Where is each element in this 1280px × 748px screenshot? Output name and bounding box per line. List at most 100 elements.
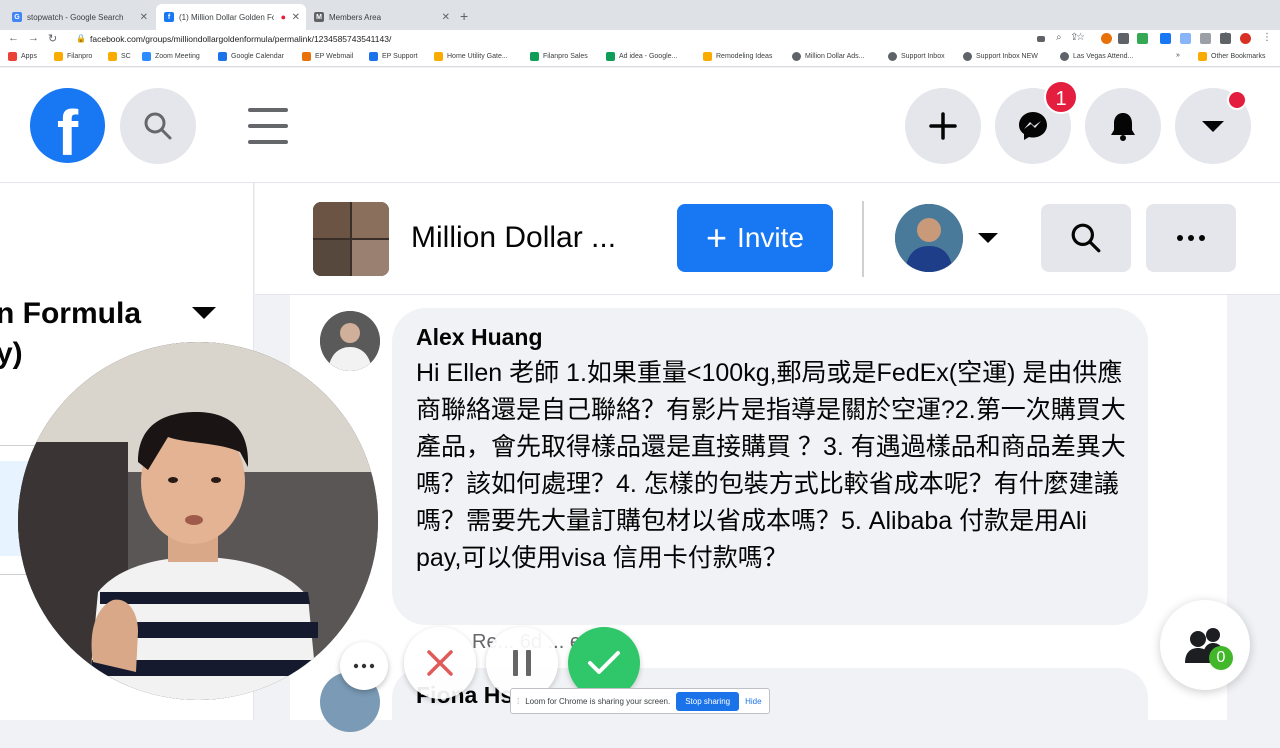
extension-icon[interactable] — [1180, 33, 1191, 44]
extension-icon[interactable] — [1200, 33, 1211, 44]
invite-label: Invite — [737, 222, 804, 253]
bookmark-item[interactable]: EP Support — [369, 52, 418, 61]
extension-icon[interactable] — [1118, 33, 1129, 44]
drag-handle-icon[interactable]: ⁞ — [517, 697, 519, 706]
folder-icon — [54, 52, 63, 61]
sidebar-group-name-suffix: y) — [0, 337, 23, 370]
lock-icon: 🔒 — [76, 34, 86, 43]
avatar[interactable] — [320, 311, 380, 371]
facebook-extension-icon[interactable] — [1160, 33, 1171, 44]
back-icon[interactable]: ← — [8, 32, 19, 44]
chevron-down-icon[interactable] — [192, 307, 216, 319]
bookmark-item[interactable]: Filanpro — [54, 52, 92, 61]
bookmarks-overflow[interactable]: » — [1176, 52, 1180, 59]
bookmark-item[interactable]: Support Inbox NEW — [963, 52, 1038, 61]
screen-sharing-bar: ⁞ Loom for Chrome is sharing your screen… — [510, 688, 770, 714]
globe-icon — [963, 52, 972, 61]
zoom-favicon-icon — [142, 52, 151, 61]
bookmark-item[interactable]: Support Inbox — [888, 52, 945, 61]
new-tab-button[interactable]: + — [460, 8, 468, 24]
person-photo — [320, 311, 380, 371]
camera-icon[interactable] — [1037, 36, 1045, 42]
recording-icon: ● — [280, 12, 286, 22]
apps-grid-icon — [8, 52, 17, 61]
globe-icon — [1060, 52, 1069, 61]
webcam-video — [18, 342, 378, 700]
bookmark-item[interactable]: Million Dollar Ads... — [792, 52, 865, 61]
comment-author[interactable]: Alex Huang — [416, 324, 1124, 351]
close-icon[interactable]: ✕ — [292, 12, 300, 23]
menu-kebab-icon[interactable]: ⋮ — [1262, 32, 1272, 43]
sidebar-group-name: n Formula — [0, 297, 142, 330]
more-options-button[interactable] — [1146, 204, 1236, 272]
close-icon[interactable]: ✕ — [442, 12, 450, 23]
tab-title: stopwatch - Google Search — [27, 12, 124, 22]
url-field[interactable]: 🔒 facebook.com/groups/milliondollargolde… — [70, 32, 1060, 46]
bookmark-apps[interactable]: Apps — [8, 52, 37, 61]
account-notification-dot — [1227, 90, 1247, 110]
extension-icon[interactable] — [1137, 33, 1148, 44]
group-search-button[interactable] — [1041, 204, 1131, 272]
group-cover-thumbnail[interactable] — [313, 202, 389, 276]
sheets-favicon-icon — [606, 52, 615, 61]
bookmark-item[interactable]: Google Calendar — [218, 52, 284, 61]
chevron-down-icon — [1202, 121, 1224, 132]
bookmark-item[interactable]: Ad idea - Google... — [606, 52, 677, 61]
chevron-down-icon[interactable] — [978, 233, 998, 243]
globe-icon — [792, 52, 801, 61]
browser-tab[interactable]: M Members Area ✕ — [306, 4, 456, 30]
pause-icon — [513, 650, 531, 676]
avatar[interactable] — [895, 204, 963, 272]
zoom-icon[interactable]: ⌕ — [1056, 32, 1062, 43]
calendar-favicon-icon — [218, 52, 227, 61]
bookmark-item[interactable]: Other Bookmarks — [1198, 52, 1265, 61]
members-favicon-icon: M — [314, 12, 324, 22]
profile-avatar[interactable] — [1240, 33, 1251, 44]
more-horizontal-icon — [1177, 235, 1205, 241]
browser-tab[interactable]: G stopwatch - Google Search ✕ — [4, 4, 154, 30]
facebook-logo[interactable]: f — [30, 88, 105, 163]
search-icon — [1071, 223, 1101, 253]
bookmark-star-icon[interactable]: ☆ — [1076, 32, 1085, 43]
more-horizontal-icon — [353, 663, 375, 669]
bookmark-item[interactable]: Filanpro Sales — [530, 52, 588, 61]
browser-tab-active[interactable]: f (1) Million Dollar Golden Fo... ● ✕ — [156, 4, 306, 30]
globe-icon — [888, 52, 897, 61]
stop-sharing-button[interactable]: Stop sharing — [676, 691, 740, 711]
reload-icon[interactable]: ↻ — [48, 32, 57, 45]
folder-icon — [108, 52, 117, 61]
bookmark-item[interactable]: Zoom Meeting — [142, 52, 200, 61]
search-button[interactable] — [120, 88, 196, 164]
bookmark-item[interactable]: Remodeling Ideas — [703, 52, 772, 61]
bookmark-item[interactable]: EP Webmail — [302, 52, 353, 61]
new-message-people-button[interactable] — [1160, 600, 1250, 690]
google-favicon-icon: G — [12, 12, 22, 22]
address-bar-row: ← → ↻ 🔒 facebook.com/groups/milliondolla… — [0, 30, 1280, 48]
notifications-button[interactable] — [1085, 88, 1161, 164]
plus-icon — [929, 112, 957, 140]
bell-icon — [1111, 113, 1135, 141]
invite-button[interactable]: + Invite — [677, 204, 833, 272]
group-title[interactable]: Million Dollar ... — [411, 221, 616, 255]
close-icon — [427, 650, 453, 676]
facebook-favicon-icon: f — [164, 12, 174, 22]
group-header-bar: Million Dollar ... + Invite — [255, 183, 1280, 295]
webmail-favicon-icon — [302, 52, 311, 61]
hide-button[interactable]: Hide — [745, 697, 761, 706]
bookmark-item[interactable]: Home Utility Gate... — [434, 52, 508, 61]
close-icon[interactable]: ✕ — [140, 12, 148, 23]
forward-icon[interactable]: → — [28, 32, 39, 44]
bookmark-item[interactable]: SC — [108, 52, 131, 61]
messenger-icon — [1019, 112, 1047, 140]
create-button[interactable] — [905, 88, 981, 164]
menu-icon[interactable] — [248, 108, 288, 156]
loom-more-button[interactable] — [340, 642, 388, 690]
webcam-bubble[interactable] — [18, 342, 378, 700]
sheets-favicon-icon — [530, 52, 539, 61]
extension-icon[interactable] — [1101, 33, 1112, 44]
tab-title: Members Area — [329, 12, 382, 22]
comment-text: Hi Ellen 老師 1.如果重量<100kg,郵局或是FedEx(空運) 是… — [416, 359, 1126, 572]
loom-cancel-button[interactable] — [404, 627, 476, 699]
puzzle-icon[interactable]: ✤ — [1222, 31, 1233, 42]
bookmark-item[interactable]: Las Vegas Attend... — [1060, 52, 1133, 61]
